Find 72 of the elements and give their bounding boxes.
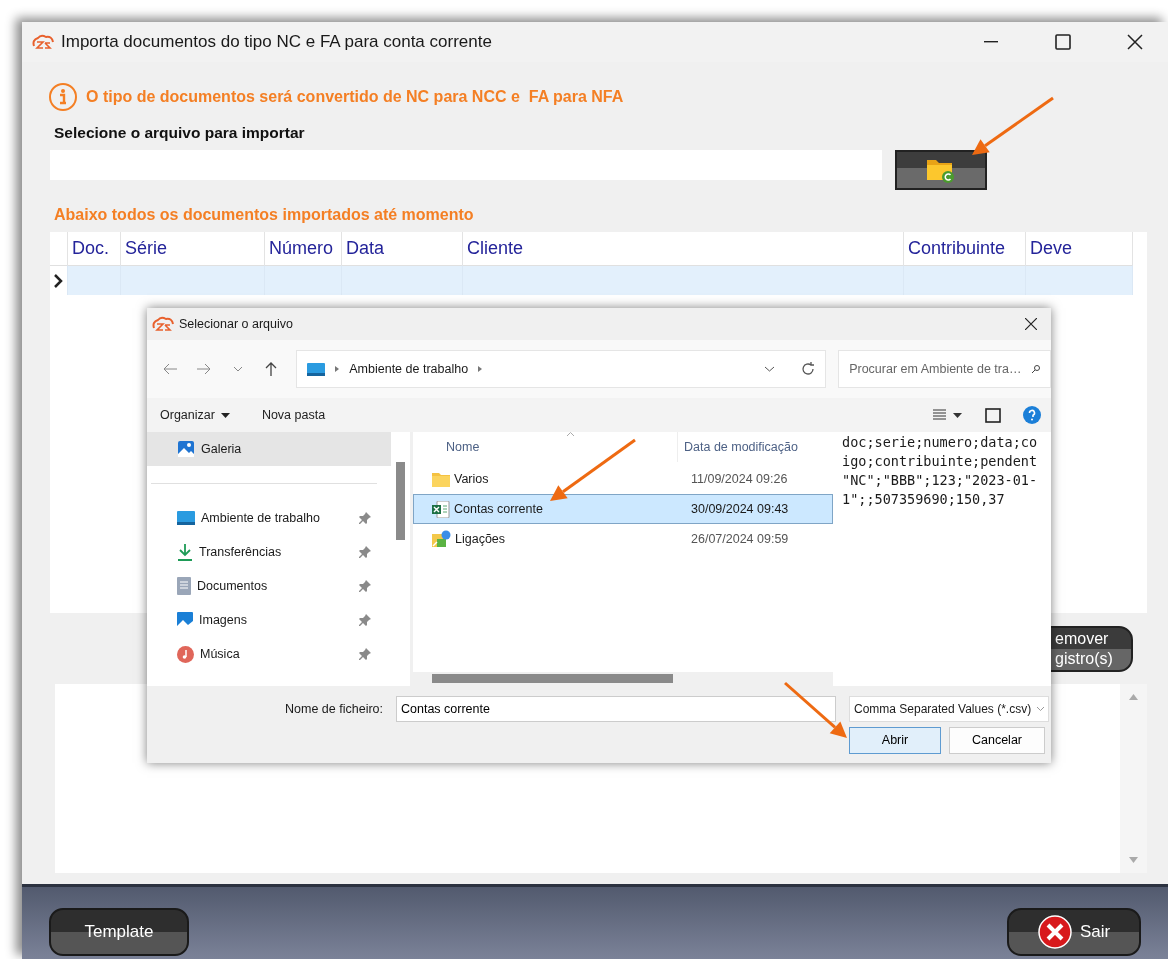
shortcut-icon [432, 530, 451, 548]
template-button[interactable]: Template [49, 908, 189, 956]
arrow [784, 681, 847, 738]
document-icon [177, 577, 191, 595]
column-header[interactable]: Nome [413, 440, 677, 454]
exit-button[interactable]: Sair [1007, 908, 1141, 956]
caret-icon [220, 412, 230, 418]
nav-item[interactable]: Documentos [147, 569, 391, 603]
logo-icon [151, 316, 175, 332]
download-icon [177, 543, 193, 561]
chevron-down-icon [232, 366, 243, 372]
file-label: Selecione o arquivo para importar [54, 124, 306, 142]
cancel-button[interactable]: Cancelar [949, 726, 1045, 754]
minimize-icon [984, 41, 998, 43]
sort-icon [567, 432, 574, 436]
file-row[interactable]: Contas corrente 30/09/2024 09:43 [413, 494, 833, 524]
up-arrow-icon [265, 362, 278, 376]
search-icon [1030, 364, 1040, 374]
breadcrumb-item[interactable]: Ambiente de trabalho [349, 362, 469, 376]
nav-item[interactable]: Galeria [147, 432, 391, 466]
filename-label: Nome de ficheiro: [284, 701, 383, 716]
filename-field[interactable]: Contas corrente [396, 695, 836, 722]
info-message: O tipo de documentos será convertido de NC para NCC e FA para NFA [86, 88, 624, 106]
desktop-icon [177, 511, 195, 525]
file-type-dropdown[interactable]: Comma Separated Values (*.csv) [849, 695, 1049, 722]
music-icon [177, 645, 194, 663]
close-icon [1037, 915, 1072, 949]
pin-icon[interactable] [359, 546, 371, 558]
desktop-icon [307, 362, 326, 376]
dropdown-icon[interactable] [764, 366, 776, 372]
scroll-up-icon[interactable] [1129, 694, 1138, 700]
folder-icon [432, 471, 450, 487]
back-icon [162, 363, 177, 375]
open-button[interactable]: Abrir [849, 726, 941, 754]
scrollbar-thumb[interactable] [396, 462, 405, 540]
pin-icon[interactable] [359, 512, 371, 524]
file-row[interactable]: Ligações 26/07/2024 09:59 [413, 524, 833, 554]
forward-icon [196, 363, 211, 375]
logo-icon [31, 34, 55, 50]
new-folder-button[interactable]: Nova pasta [261, 408, 326, 422]
window-title: Importa documentos do tipo NC e FA para conta corrente [61, 32, 493, 52]
scroll-down-icon[interactable] [1129, 857, 1138, 863]
nav-item[interactable]: Transferências [147, 535, 391, 569]
browse-button[interactable] [895, 150, 987, 190]
address-bar[interactable]: Ambiente de trabalho [296, 350, 827, 388]
section-title: Abaixo todos os documentos importados até momento [54, 206, 475, 224]
file-preview: doc;serie;numero;data;co igo;contribuinte;pendent "NC";"BBB";123;"2023-01- 1";;507359690;150,37 [841, 433, 1039, 509]
nav-item[interactable]: Imagens [147, 603, 391, 637]
close-icon [1025, 318, 1037, 330]
refresh-icon[interactable] [801, 362, 816, 376]
spreadsheet-icon [432, 500, 450, 518]
pin-icon[interactable] [359, 580, 371, 592]
info-icon [48, 82, 78, 112]
current-row-icon [54, 273, 63, 288]
scrollbar-thumb[interactable] [432, 674, 673, 683]
nav-item[interactable]: Ambiente de trabalho [147, 501, 391, 535]
close-icon [1127, 34, 1143, 50]
view-options-icon[interactable] [933, 409, 963, 421]
dialog-title: Selecionar o arquivo [179, 317, 294, 331]
maximize-icon [1055, 34, 1071, 50]
chevron-down-icon [1037, 706, 1044, 711]
chevron-icon [478, 366, 483, 372]
gallery-icon [177, 440, 195, 458]
pin-icon[interactable] [359, 648, 371, 660]
organize-menu[interactable]: Organizar [160, 408, 230, 422]
pin-icon[interactable] [359, 614, 371, 626]
nav-item[interactable]: Música [147, 637, 391, 671]
preview-pane-icon[interactable] [985, 407, 1001, 423]
chevron-icon [335, 366, 340, 372]
column-header[interactable]: Data de modificação [677, 432, 798, 462]
search-field[interactable]: Procurar em Ambiente de tra… [838, 350, 1051, 388]
help-icon[interactable] [1023, 406, 1041, 424]
